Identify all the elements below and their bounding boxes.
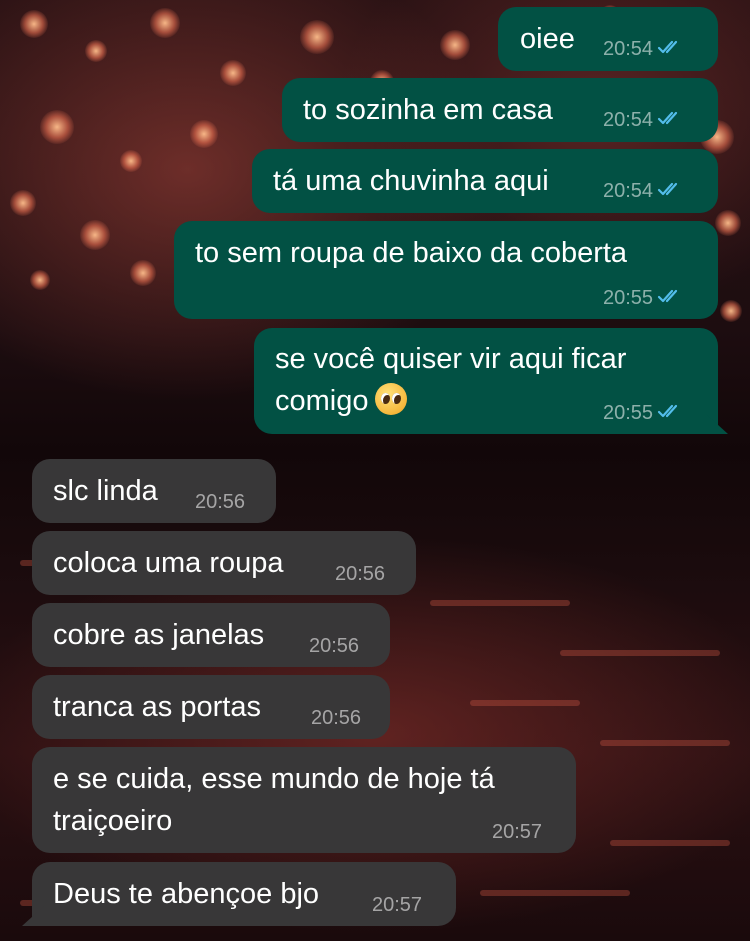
message-text: coloca uma roupa <box>53 547 284 579</box>
message-list: oiee 20:54 to sozinha em casa 20:54 tá u… <box>0 0 750 941</box>
message-time: 20:57 <box>492 821 543 843</box>
message-bubble-incoming[interactable]: cobre as janelas 20:56 <box>32 603 390 667</box>
message-meta: 20:55 <box>603 286 683 311</box>
message-bubble-outgoing[interactable]: to sozinha em casa 20:54 <box>282 78 718 142</box>
message-time: 20:56 <box>311 707 362 729</box>
message-time: 20:54 <box>603 180 654 202</box>
pleading-face-emoji <box>374 383 407 416</box>
message-time: 20:56 <box>335 563 386 585</box>
message-text: to sem roupa de baixo da coberta <box>195 237 628 269</box>
message-time: 20:56 <box>195 491 246 513</box>
message-meta: 20:54 <box>603 37 683 62</box>
message-time: 20:54 <box>603 38 654 60</box>
message-bubble-incoming[interactable]: tranca as portas 20:56 <box>32 675 390 739</box>
message-time: 20:54 <box>603 109 654 131</box>
message-text-content: se você quiser vir aqui ficar comigo <box>275 343 627 417</box>
double-check-icon <box>657 179 683 203</box>
message-bubble-incoming[interactable]: e se cuida, esse mundo de hoje tá traiço… <box>32 747 576 853</box>
message-text: tranca as portas <box>53 691 261 723</box>
message-bubble-outgoing[interactable]: tá uma chuvinha aqui 20:54 <box>252 149 718 213</box>
message-meta: 20:55 <box>603 401 683 426</box>
message-text: e se cuida, esse mundo de hoje tá traiço… <box>53 763 495 837</box>
bubble-tail <box>22 906 44 926</box>
message-time: 20:55 <box>603 287 654 309</box>
message-text: slc linda <box>53 475 158 507</box>
message-text: oiee <box>520 23 575 55</box>
message-text: cobre as janelas <box>53 619 265 651</box>
message-bubble-incoming[interactable]: slc linda 20:56 <box>32 459 276 523</box>
message-text: tá uma chuvinha aqui <box>273 165 549 197</box>
bubble-tail <box>706 414 728 434</box>
message-time: 20:55 <box>603 402 654 424</box>
message-meta: 20:54 <box>603 179 683 204</box>
message-bubble-outgoing[interactable]: to sem roupa de baixo da coberta 20:55 <box>174 221 718 319</box>
message-text: se você quiser vir aqui ficar comigo <box>275 338 626 422</box>
message-bubble-outgoing[interactable]: oiee 20:54 <box>498 7 718 71</box>
double-check-icon <box>657 286 683 310</box>
message-bubble-outgoing[interactable]: se você quiser vir aqui ficar comigo 20:… <box>254 328 728 434</box>
message-time: 20:56 <box>309 635 360 657</box>
double-check-icon <box>657 108 683 132</box>
message-text: to sozinha em casa <box>303 94 553 126</box>
message-bubble-incoming[interactable]: coloca uma roupa 20:56 <box>32 531 416 595</box>
message-time: 20:57 <box>372 894 423 916</box>
double-check-icon <box>657 401 683 425</box>
message-text: Deus te abençoe bjo <box>53 878 320 910</box>
double-check-icon <box>657 37 683 61</box>
message-meta: 20:54 <box>603 108 683 133</box>
message-bubble-incoming[interactable]: Deus te abençoe bjo 20:57 <box>22 862 456 926</box>
